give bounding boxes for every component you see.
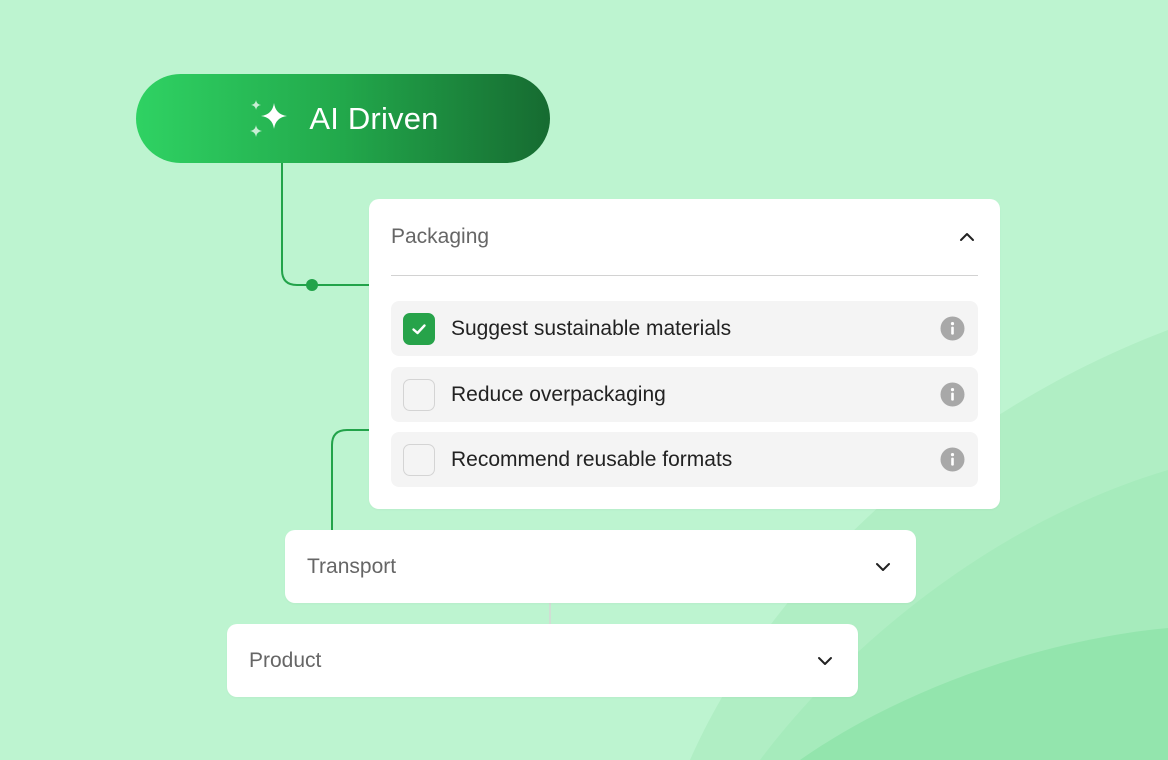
pill-title: AI Driven <box>309 100 439 136</box>
info-icon[interactable] <box>940 382 965 407</box>
chevron-down-icon[interactable] <box>872 556 894 578</box>
info-icon[interactable] <box>940 316 965 341</box>
product-title: Product <box>249 648 322 672</box>
product-section[interactable]: Product <box>227 624 858 697</box>
checkbox-checked[interactable] <box>403 312 435 345</box>
transport-title: Transport <box>307 554 397 578</box>
option-suggest-sustainable-materials[interactable]: Suggest sustainable materials <box>391 301 978 356</box>
checkmark-icon <box>412 323 426 334</box>
ai-driven-pill: AI Driven <box>136 74 550 163</box>
packaging-section: Packaging Suggest sustainable materials … <box>369 199 1000 509</box>
checkbox-unchecked[interactable] <box>403 443 435 476</box>
packaging-header[interactable]: Packaging <box>391 199 978 276</box>
option-label: Reduce overpackaging <box>451 382 666 406</box>
option-label: Recommend reusable formats <box>451 447 733 471</box>
chevron-up-icon[interactable] <box>956 226 978 248</box>
info-icon[interactable] <box>940 447 965 472</box>
option-recommend-reusable-formats[interactable]: Recommend reusable formats <box>391 432 978 487</box>
checkbox-unchecked[interactable] <box>403 378 435 411</box>
sparkle-icon <box>250 99 288 137</box>
transport-section[interactable]: Transport <box>285 530 916 603</box>
chevron-down-icon[interactable] <box>814 650 836 672</box>
packaging-title: Packaging <box>391 225 490 248</box>
option-reduce-overpackaging[interactable]: Reduce overpackaging <box>391 367 978 422</box>
option-label: Suggest sustainable materials <box>451 316 732 340</box>
